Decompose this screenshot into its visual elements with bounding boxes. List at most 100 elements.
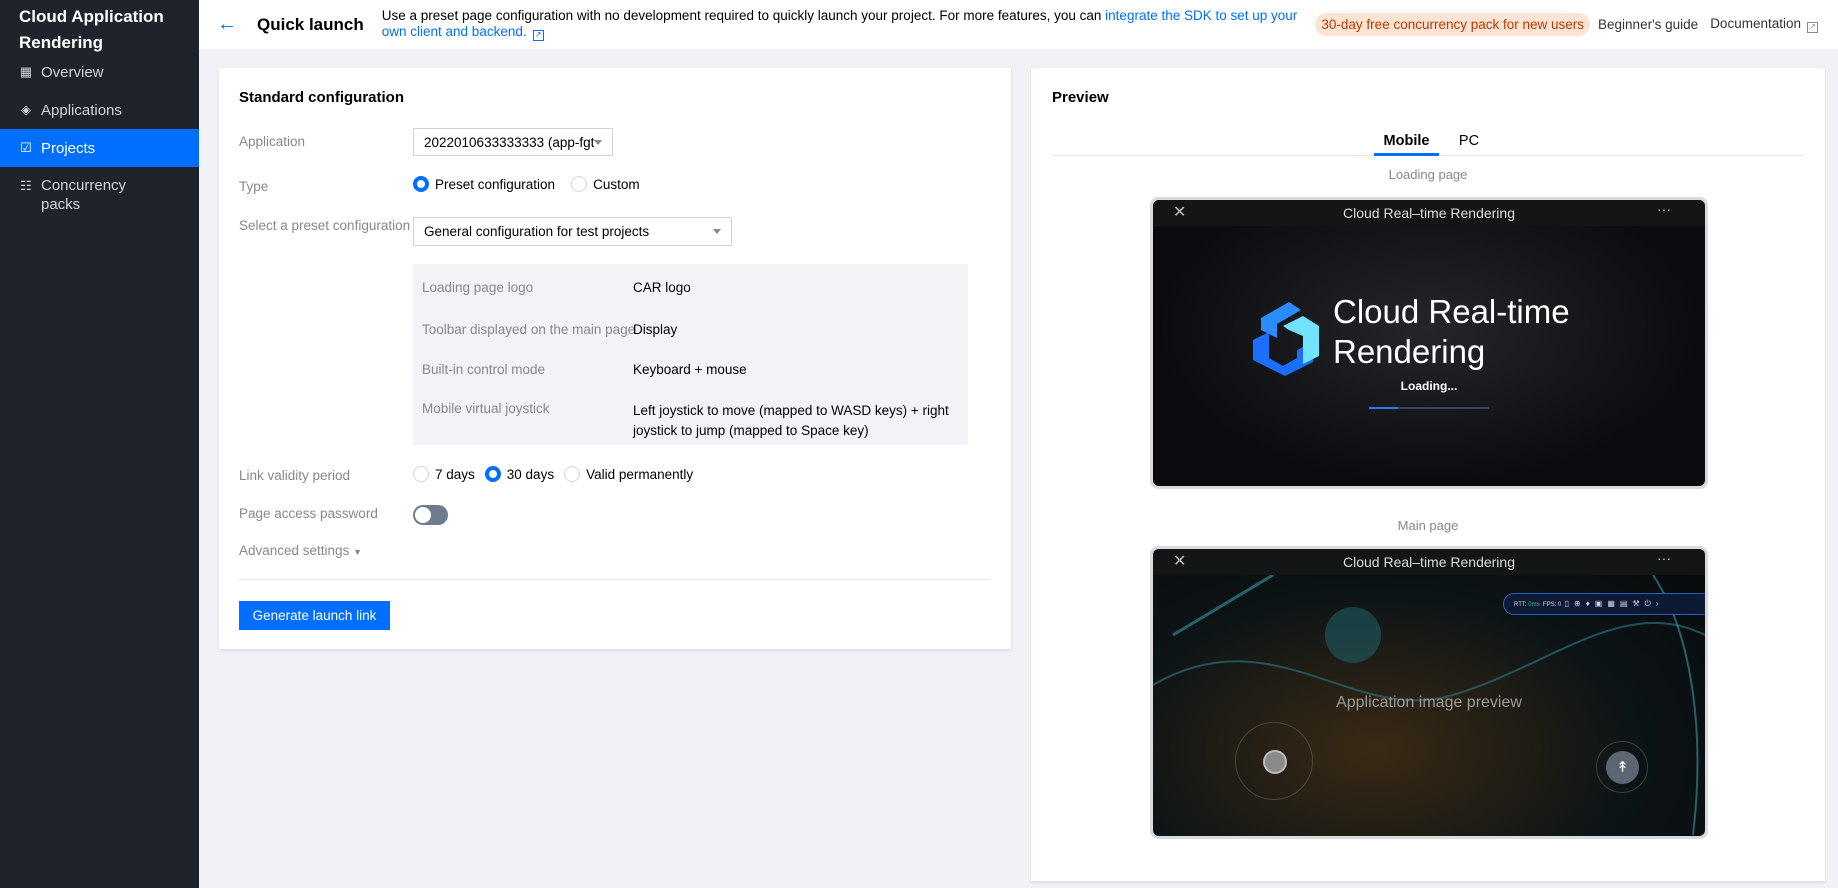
tab-mobile[interactable]: Mobile [1374, 133, 1439, 156]
fps-label: FPS: 0 [1542, 602, 1562, 608]
main-page-caption: Main page [1397, 518, 1459, 533]
more-icon: ··· [1657, 550, 1671, 566]
checkbox-icon: ☑ [20, 140, 32, 155]
preview-card: Preview Mobile PC Loading page ✕ Cloud Re… [1031, 68, 1825, 881]
radio-selected-icon [413, 176, 429, 192]
sidebar-item-label: Concurrency packs [41, 177, 127, 213]
page-description: Use a preset page configuration with no … [381, 8, 1102, 23]
detail-value: Left joystick to move (mapped to WASD ke… [633, 403, 949, 438]
type-radio-group: Preset configuration Custom [413, 176, 656, 195]
preset-select[interactable]: General configuration for test projects [413, 217, 732, 246]
chevron-down-icon [594, 139, 602, 145]
detail-value: CAR logo [633, 280, 691, 295]
password-label: Page access password [239, 506, 378, 521]
radio-label: Valid permanently [586, 466, 694, 482]
car-logo-icon [1253, 302, 1319, 376]
joystick-knob [1263, 750, 1287, 774]
sidebar-item-label: Overview [41, 63, 104, 81]
beginners-guide-link[interactable]: Beginner's guide [1598, 17, 1698, 32]
validity-radio-group: 7 days 30 days Valid permanently [413, 466, 709, 485]
rtt-value: 0ms [1528, 602, 1540, 608]
mobile-titlebar: ✕ Cloud Real–time Rendering ··· [1153, 549, 1705, 575]
close-icon: ✕ [1173, 553, 1187, 570]
radio-icon [564, 466, 581, 482]
grid-icon: ▦ [19, 64, 33, 79]
password-toggle[interactable] [413, 505, 448, 525]
loading-page-caption: Loading page [1388, 167, 1468, 182]
external-link-icon: ↗ [1807, 22, 1818, 33]
layers-icon: ◈ [21, 102, 31, 117]
left-joystick[interactable] [1235, 722, 1313, 800]
toggle-knob [415, 507, 431, 523]
promo-badge[interactable]: 30-day free concurrency pack for new use… [1315, 13, 1591, 36]
type-label: Type [239, 179, 269, 194]
sidebar-item-concurrency-packs[interactable]: ☷ Concurrency packs [0, 176, 199, 216]
page-title: Quick launch [257, 14, 364, 34]
radio-label: Custom [593, 176, 640, 192]
radio-valid-permanently[interactable]: Valid permanently [564, 466, 693, 482]
radio-7-days[interactable]: 7 days [413, 466, 475, 482]
application-label: Application [239, 134, 306, 149]
caret-down-icon: ▼ [353, 547, 363, 557]
preset-details-box: Loading page logo CAR logo Toolbar displ… [413, 264, 968, 445]
mobile-app-title: Cloud Real–time Rendering [1343, 554, 1515, 570]
main-page-preview: RTT: 0ms FPS: 0 ▯⊕♦▣▦▤⚒⏻› Application im… [1150, 546, 1708, 839]
image-placeholder-text: Application image preview [1336, 694, 1522, 711]
jump-icon: ↟ [1606, 751, 1639, 784]
radio-preset-configuration[interactable]: Preset configuration [413, 176, 555, 192]
list-icon: ☷ [20, 178, 32, 193]
preview-title: Preview [1052, 89, 1109, 106]
loading-progress-bar [1369, 407, 1489, 409]
detail-value: Display [633, 322, 678, 337]
application-select[interactable]: 2022010633333333 (app-fgtrk [413, 128, 613, 156]
logo-text: Cloud Real-time Rendering [1333, 293, 1570, 370]
preset-value: General configuration for test projects [424, 224, 650, 239]
documentation-text: Documentation [1710, 16, 1801, 31]
chevron-down-icon [713, 229, 721, 234]
mobile-app-title: Cloud Real–time Rendering [1343, 205, 1515, 221]
divider [239, 579, 991, 580]
sidebar: Cloud Application Rendering ▦ Overview ◈ A… [0, 0, 199, 888]
radio-label: 7 days [435, 466, 475, 482]
sidebar-item-label: Applications [41, 101, 122, 119]
tab-pc[interactable]: PC [1449, 133, 1489, 149]
loading-text: Loading... [1400, 379, 1458, 393]
detail-label: Mobile virtual joystick [422, 401, 550, 416]
floating-toolbar[interactable]: RTT: 0ms FPS: 0 ▯⊕♦▣▦▤⚒⏻› [1503, 593, 1705, 615]
preset-label: Select a preset configuration [239, 218, 411, 233]
sidebar-item-projects[interactable]: ☑ Projects [0, 129, 199, 167]
more-icon: ··· [1657, 201, 1671, 217]
close-icon: ✕ [1173, 204, 1187, 221]
external-link-icon: ↗ [532, 30, 544, 41]
detail-label: Built-in control mode [422, 362, 546, 377]
loading-progress-fill [1369, 407, 1398, 409]
standard-configuration-card: Standard configuration Application 20220… [219, 68, 1011, 649]
sidebar-item-overview[interactable]: ▦ Overview [0, 53, 199, 91]
radio-label: 30 days [506, 466, 555, 482]
mobile-titlebar: ✕ Cloud Real–time Rendering ··· [1153, 200, 1705, 226]
radio-30-days[interactable]: 30 days [484, 466, 555, 482]
page-description-block: Use a preset page configuration with no … [382, 8, 1302, 41]
app-title: Cloud Application Rendering [19, 7, 164, 52]
loading-page-preview: ✕ Cloud Real–time Rendering ··· Cloud Real… [1150, 197, 1708, 489]
sidebar-item-label: Projects [41, 139, 96, 157]
documentation-link[interactable]: Documentation ↗ [1710, 16, 1818, 33]
radio-selected-icon [484, 466, 501, 482]
back-arrow-icon[interactable]: ← [217, 13, 237, 36]
detail-value: Keyboard + mouse [633, 362, 747, 377]
generate-launch-link-button[interactable]: Generate launch link [239, 601, 390, 630]
application-value: 2022010633333333 (app-fgtrk [424, 134, 594, 150]
header-right-links: 30-day free concurrency pack for new use… [1301, 13, 1818, 36]
validity-label: Link validity period [239, 468, 351, 483]
radio-icon [413, 466, 429, 482]
advanced-settings-label: Advanced settings [239, 543, 350, 558]
card-title: Standard configuration [239, 89, 404, 106]
jump-joystick[interactable]: ↟ [1596, 741, 1648, 793]
radio-custom[interactable]: Custom [571, 176, 640, 192]
detail-label: Loading page logo [422, 280, 534, 295]
header: ← Quick launch Use a preset page configu… [199, 0, 1838, 49]
sidebar-item-applications[interactable]: ◈ Applications [0, 91, 199, 129]
detail-label: Toolbar displayed on the main page [422, 322, 636, 337]
advanced-settings-toggle[interactable]: Advanced settings ▼ [239, 543, 362, 558]
toolbar-icons: ▯⊕♦▣▦▤⚒⏻› [1564, 599, 1664, 608]
